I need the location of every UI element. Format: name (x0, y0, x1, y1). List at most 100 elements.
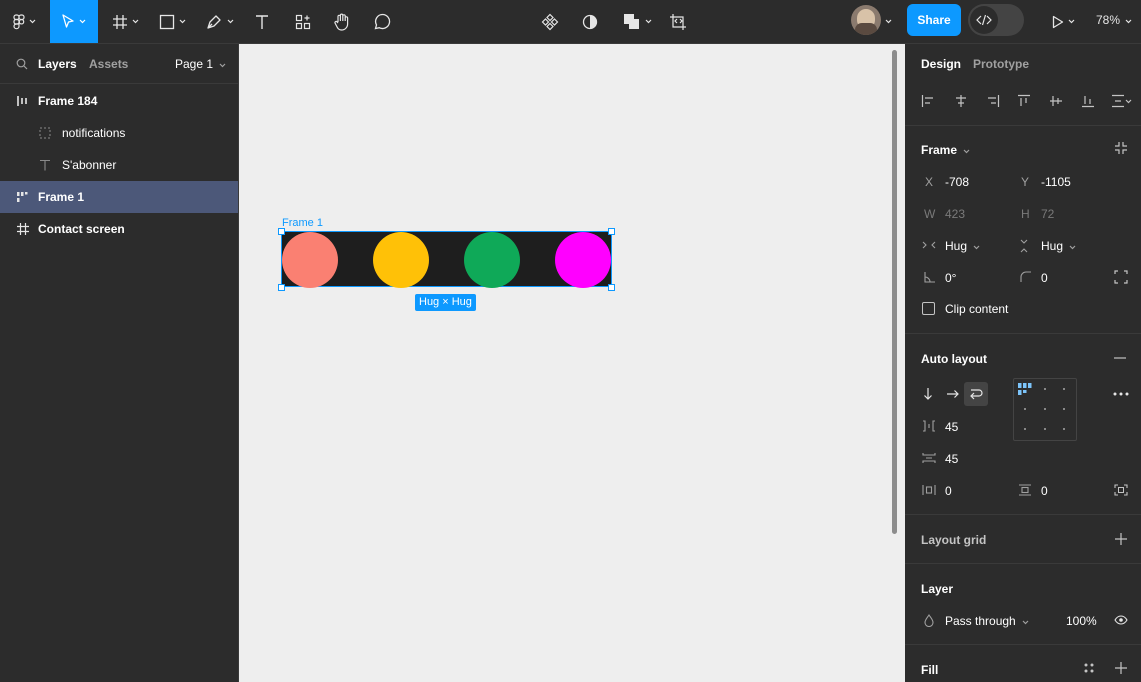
avatar-menu-button[interactable] (882, 0, 894, 43)
page-name: Page 1 (175, 57, 214, 71)
independent-corners-icon[interactable] (1114, 270, 1128, 284)
tab-assets[interactable]: Assets (89, 57, 128, 71)
move-tool-button[interactable] (50, 0, 98, 43)
blend-drop-icon (924, 614, 934, 627)
present-button[interactable] (1046, 0, 1080, 43)
corner-radius-input[interactable]: 0 (1041, 271, 1048, 285)
align-top-icon[interactable] (1017, 94, 1031, 108)
mask-button[interactable] (576, 0, 604, 43)
zoom-value: 78% (1096, 13, 1121, 27)
cursor-icon (62, 14, 74, 28)
w-input[interactable]: 423 (945, 207, 965, 221)
page-selector[interactable]: Page 1 (175, 57, 226, 71)
collapse-frame-icon[interactable] (1114, 141, 1128, 155)
y-input[interactable]: -1105 (1041, 175, 1071, 189)
canvas[interactable]: Frame 1 Hug × Hug (239, 44, 905, 682)
opacity-input[interactable]: 100% (1066, 614, 1097, 628)
more-options-icon[interactable] (1113, 392, 1129, 396)
clip-content-checkbox[interactable] (922, 302, 935, 315)
align-left-icon[interactable] (921, 94, 935, 108)
vertical-sizing-select[interactable]: Hug (1041, 239, 1076, 253)
frame-name-label[interactable]: Frame 1 (282, 217, 323, 229)
tab-design[interactable]: Design (921, 57, 961, 71)
x-label: X (925, 175, 934, 189)
resources-button[interactable] (288, 0, 318, 43)
frame-tool-button[interactable] (106, 0, 144, 43)
arrow-right-icon[interactable] (946, 389, 959, 399)
horizontal-sizing-select[interactable]: Hug (945, 239, 980, 253)
add-layout-grid-icon[interactable] (1115, 533, 1127, 545)
resize-handle-bottom-left[interactable] (278, 284, 285, 291)
chevron-down-icon (132, 19, 138, 24)
vertical-gap-input[interactable]: 45 (945, 452, 958, 466)
wrap-direction-button[interactable] (964, 382, 988, 406)
hand-tool-button[interactable] (328, 0, 356, 43)
layer-label: notifications (62, 126, 126, 140)
add-fill-icon[interactable] (1115, 662, 1127, 674)
auto-layout-title: Auto layout (921, 352, 987, 366)
styles-grid-icon[interactable] (1084, 663, 1094, 673)
dev-mode-toggle[interactable] (968, 4, 1024, 36)
code-icon (976, 14, 992, 26)
text-tool-button[interactable] (248, 0, 276, 43)
pen-icon (207, 15, 221, 29)
chevron-down-icon (179, 19, 185, 24)
circle-green[interactable] (464, 232, 520, 288)
align-right-icon[interactable] (986, 94, 1000, 108)
horizontal-resizing-icon (922, 241, 936, 249)
align-vertical-center-icon[interactable] (1049, 94, 1063, 108)
x-input[interactable]: -708 (945, 175, 969, 189)
align-bottom-icon[interactable] (1081, 94, 1095, 108)
rotation-icon (924, 272, 935, 283)
resize-handle-top-right[interactable] (608, 228, 615, 235)
share-button[interactable]: Share (907, 4, 961, 36)
wrap-layout-icon (17, 192, 28, 202)
h-input[interactable]: 72 (1041, 207, 1054, 221)
pen-tool-button[interactable] (200, 0, 240, 43)
hand-icon (334, 13, 349, 31)
arrow-down-icon[interactable] (923, 387, 933, 400)
layer-section-title: Layer (921, 582, 954, 596)
rotation-input[interactable]: 0° (945, 271, 956, 285)
main-menu-button[interactable] (4, 0, 44, 43)
vertical-padding-input[interactable]: 0 (1041, 484, 1048, 498)
remove-auto-layout-icon[interactable] (1114, 357, 1126, 359)
shape-tool-button[interactable] (152, 0, 192, 43)
horizontal-padding-input[interactable]: 0 (945, 484, 952, 498)
layers-panel: Layers Assets Page 1 Frame 184 notificat… (0, 44, 239, 682)
vertical-scrollbar[interactable] (892, 50, 897, 534)
blend-mode-select[interactable]: Pass through (945, 614, 1029, 628)
layer-frame-1[interactable]: Frame 1 (0, 181, 238, 213)
selected-frame[interactable] (281, 231, 612, 288)
resize-handle-bottom-right[interactable] (608, 284, 615, 291)
frame-section-title[interactable]: Frame (921, 143, 970, 157)
fill-section: Fill (905, 645, 1141, 682)
circle-salmon[interactable] (282, 232, 338, 288)
comment-tool-button[interactable] (368, 0, 396, 43)
resize-handle-top-left[interactable] (278, 228, 285, 235)
eye-icon[interactable] (1114, 615, 1128, 625)
layer-contact-screen[interactable]: Contact screen (0, 213, 238, 245)
layer-frame-184[interactable]: Frame 184 (0, 85, 238, 117)
crop-dev-button[interactable] (664, 0, 692, 43)
boolean-button[interactable] (618, 0, 656, 43)
tab-layers[interactable]: Layers (38, 57, 77, 71)
search-icon[interactable] (16, 58, 28, 70)
layer-notifications[interactable]: notifications (0, 117, 238, 149)
distribute-icon[interactable] (1111, 94, 1133, 108)
tab-prototype[interactable]: Prototype (973, 57, 1029, 71)
circle-yellow[interactable] (373, 232, 429, 288)
layout-grid-title: Layout grid (921, 533, 987, 547)
individual-padding-icon[interactable] (1114, 484, 1128, 496)
fill-title: Fill (921, 663, 939, 677)
layer-sabonner[interactable]: S'abonner (0, 149, 238, 181)
circle-magenta[interactable] (555, 232, 611, 288)
layer-label: Frame 1 (38, 190, 85, 204)
zoom-level[interactable]: 78% (1096, 13, 1132, 27)
rectangle-icon (159, 14, 174, 29)
horizontal-gap-input[interactable]: 45 (945, 420, 958, 434)
align-horizontal-center-icon[interactable] (954, 94, 968, 108)
avatar[interactable] (851, 5, 881, 35)
create-component-button[interactable] (536, 0, 564, 43)
alignment-grid[interactable] (1013, 378, 1077, 441)
